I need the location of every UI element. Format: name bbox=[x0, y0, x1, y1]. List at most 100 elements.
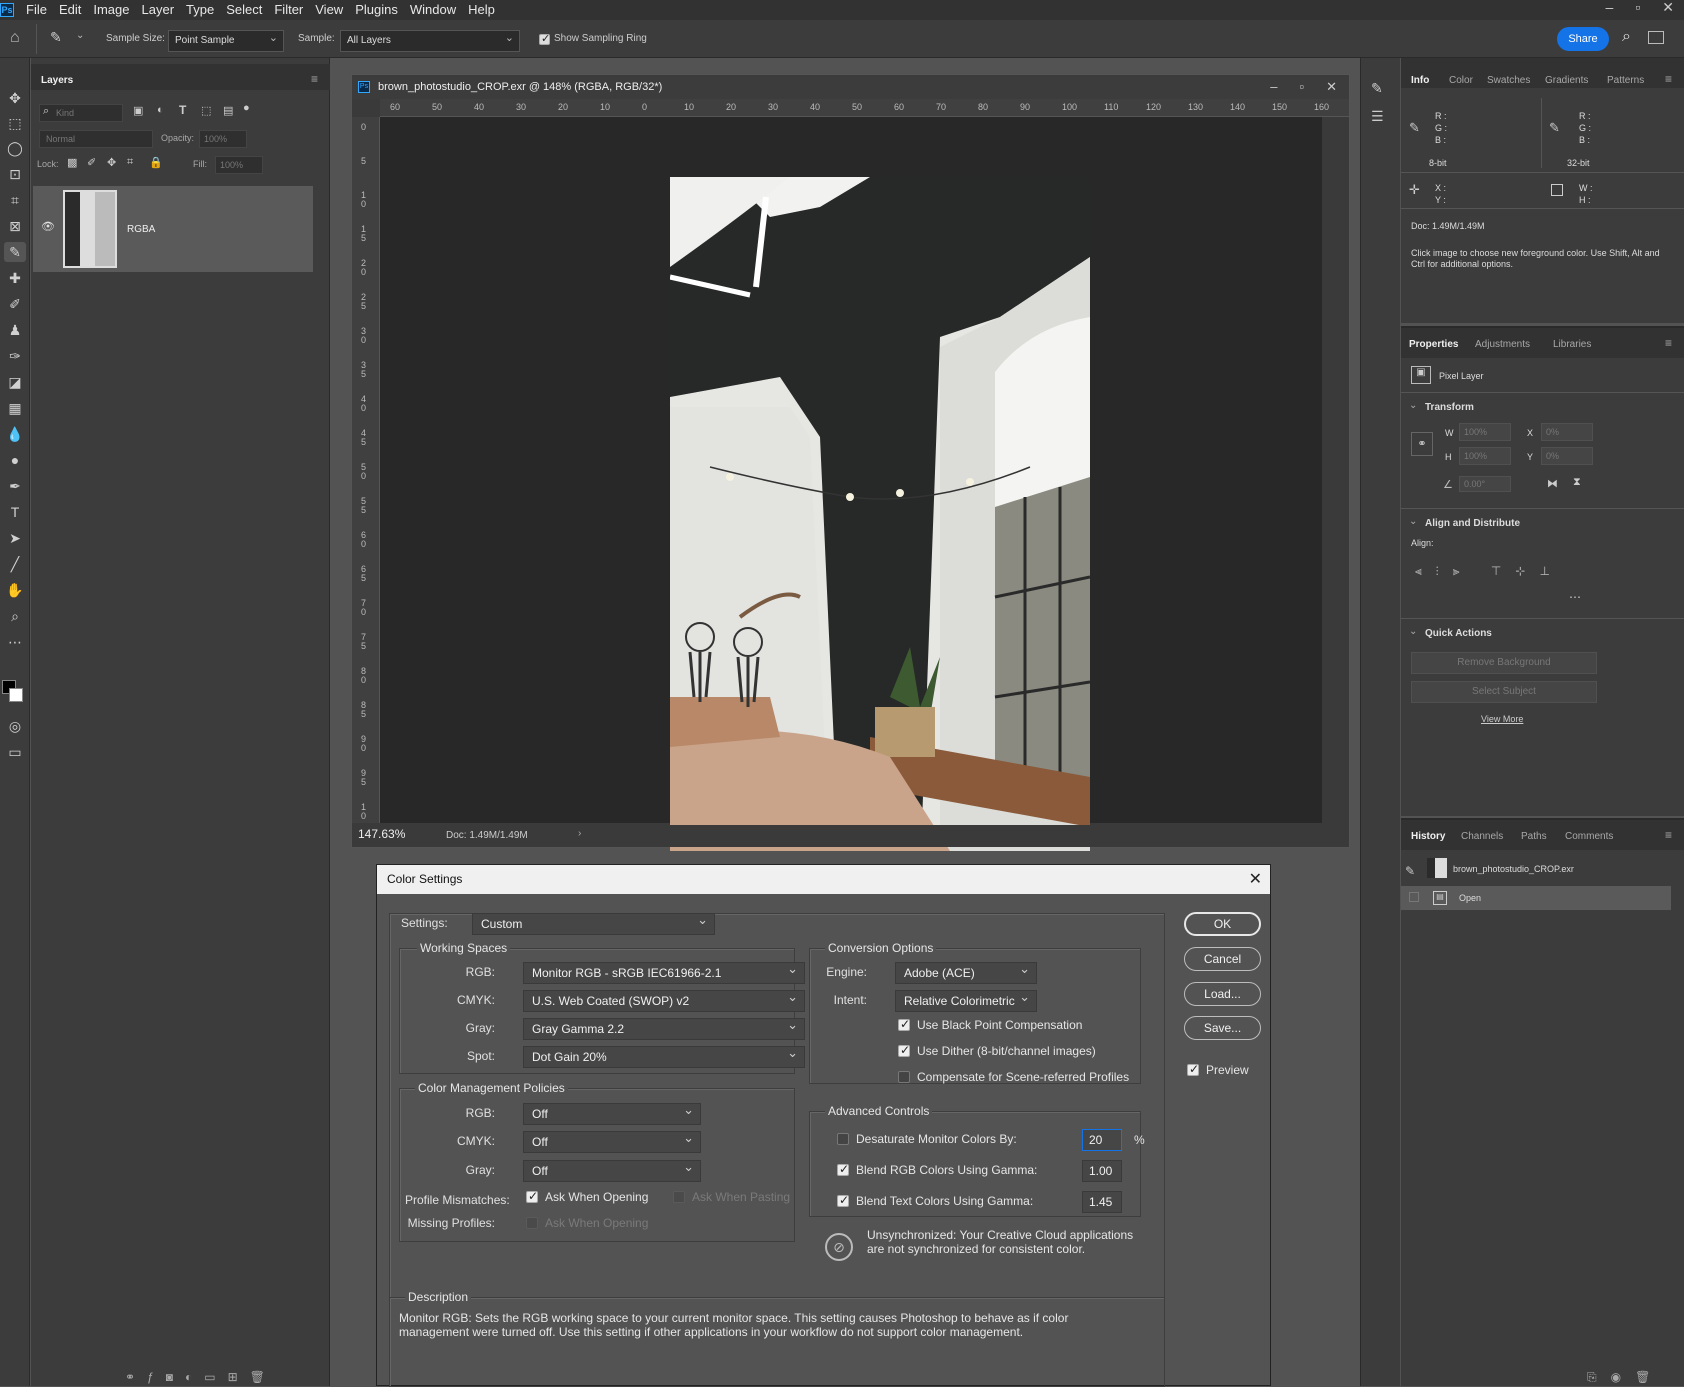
blend-text-input[interactable]: 1.45 bbox=[1082, 1191, 1122, 1213]
intent-select[interactable]: Relative Colorimetric bbox=[895, 987, 1037, 1012]
more-tools-icon[interactable]: ⋯ bbox=[4, 632, 26, 652]
screen-mode-icon[interactable]: ▭ bbox=[4, 742, 26, 762]
step-source-box[interactable] bbox=[1409, 892, 1419, 902]
black-point-checkbox[interactable] bbox=[898, 1017, 910, 1031]
menu-edit[interactable]: Edit bbox=[53, 0, 87, 20]
filter-type-icon[interactable]: T bbox=[179, 103, 186, 117]
width-input[interactable]: 100% bbox=[1459, 423, 1511, 441]
menu-image[interactable]: Image bbox=[87, 0, 135, 20]
menu-select[interactable]: Select bbox=[220, 0, 268, 20]
chevron-down-icon[interactable]: ⌄ bbox=[1409, 400, 1417, 411]
blend-text-checkbox[interactable] bbox=[837, 1193, 849, 1207]
policy-rgb-select[interactable]: Off bbox=[523, 1100, 701, 1125]
fx-icon[interactable]: ƒ bbox=[147, 1370, 166, 1384]
pen-tool-icon[interactable]: ✒ bbox=[4, 476, 26, 496]
ok-button[interactable]: OK bbox=[1184, 912, 1261, 936]
eyedropper-tool-icon[interactable]: ✎ bbox=[4, 242, 26, 262]
desaturate-checkbox[interactable] bbox=[837, 1133, 849, 1145]
tab-history[interactable]: History bbox=[1411, 831, 1445, 842]
chevron-down-icon[interactable]: ⌄ bbox=[1409, 516, 1417, 527]
folder-icon[interactable]: ▭ bbox=[204, 1370, 227, 1384]
canvas-area[interactable] bbox=[380, 117, 1322, 851]
marquee-tool-icon[interactable]: ⬚ bbox=[4, 113, 26, 133]
type-tool-icon[interactable]: T bbox=[4, 502, 26, 522]
filter-kind-select[interactable]: Kind bbox=[39, 104, 123, 122]
minimize-icon[interactable]: – bbox=[1270, 75, 1277, 99]
align-left-icon[interactable]: ⫷ bbox=[1415, 564, 1436, 578]
minimize-icon[interactable]: – bbox=[1606, 0, 1614, 14]
blend-mode-select[interactable]: Normal bbox=[39, 130, 153, 148]
view-more-link[interactable]: View More bbox=[1481, 714, 1523, 724]
lock-artboard-icon[interactable]: ⌗ bbox=[127, 156, 133, 169]
save-button[interactable]: Save... bbox=[1184, 1016, 1261, 1040]
spot-working-space-select[interactable]: Dot Gain 20% bbox=[523, 1043, 805, 1068]
flip-vertical-icon[interactable]: ⧗ bbox=[1573, 476, 1581, 489]
trash-icon[interactable]: 🗑 bbox=[250, 1370, 277, 1384]
history-brush-source-icon[interactable]: ✎ bbox=[1405, 864, 1415, 878]
blend-rgb-checkbox[interactable] bbox=[837, 1162, 849, 1176]
stamp-tool-icon[interactable]: ♟ bbox=[4, 320, 26, 340]
eraser-tool-icon[interactable]: ◪ bbox=[4, 372, 26, 392]
menu-filter[interactable]: Filter bbox=[268, 0, 309, 20]
tab-color[interactable]: Color bbox=[1449, 75, 1473, 86]
load-button[interactable]: Load... bbox=[1184, 982, 1261, 1006]
zoom-level[interactable]: 147.63% bbox=[358, 827, 405, 841]
layer-row[interactable]: 👁 RGBA bbox=[33, 186, 313, 272]
share-button[interactable]: Share bbox=[1557, 27, 1609, 51]
lock-position-icon[interactable]: ✥ bbox=[107, 156, 116, 169]
ask-when-opening-checkbox[interactable] bbox=[526, 1189, 538, 1203]
frame-tool-icon[interactable]: ⊠ bbox=[4, 216, 26, 236]
x-input[interactable]: 0% bbox=[1541, 423, 1593, 441]
panel-menu-icon[interactable]: ≡ bbox=[311, 72, 318, 86]
tab-properties[interactable]: Properties bbox=[1409, 339, 1458, 350]
tab-info[interactable]: Info bbox=[1411, 75, 1429, 86]
y-input[interactable]: 0% bbox=[1541, 447, 1593, 465]
settings-select[interactable]: Custom bbox=[472, 910, 715, 935]
chevron-down-icon[interactable]: ⌄ bbox=[76, 30, 84, 41]
search-icon[interactable]: ⌕ bbox=[1622, 28, 1631, 46]
eyedropper-icon[interactable]: ✎ bbox=[50, 29, 62, 46]
align-center-h-icon[interactable]: ⫶ bbox=[1436, 564, 1453, 578]
gray-working-space-select[interactable]: Gray Gamma 2.2 bbox=[523, 1015, 805, 1040]
fill-input[interactable]: 100% bbox=[215, 156, 263, 174]
tab-adjustments[interactable]: Adjustments bbox=[1475, 339, 1530, 350]
crop-tool-icon[interactable]: ⌗ bbox=[4, 190, 26, 210]
gradient-tool-icon[interactable]: ▦ bbox=[4, 398, 26, 418]
line-tool-icon[interactable]: ╱ bbox=[4, 554, 26, 574]
menu-layer[interactable]: Layer bbox=[136, 0, 181, 20]
close-icon[interactable]: ✕ bbox=[1326, 75, 1337, 99]
tab-gradients[interactable]: Gradients bbox=[1545, 75, 1588, 86]
trash-icon[interactable]: 🗑 bbox=[1635, 1370, 1664, 1384]
chevron-right-icon[interactable]: › bbox=[578, 828, 581, 839]
workspace-icon[interactable] bbox=[1648, 31, 1664, 44]
tab-swatches[interactable]: Swatches bbox=[1487, 75, 1530, 86]
history-brush-icon[interactable]: ✑ bbox=[4, 346, 26, 366]
menu-view[interactable]: View bbox=[309, 0, 349, 20]
panel-menu-icon[interactable]: ≡ bbox=[1665, 72, 1672, 86]
scene-referred-checkbox[interactable] bbox=[898, 1071, 910, 1083]
engine-select[interactable]: Adobe (ACE) bbox=[895, 959, 1037, 984]
align-middle-v-icon[interactable]: ⊹ bbox=[1515, 564, 1539, 578]
lock-pixels-icon[interactable]: ✐ bbox=[87, 156, 96, 169]
document-tab[interactable]: Ps brown_photostudio_CROP.exr @ 148% (RG… bbox=[352, 75, 1349, 99]
menu-help[interactable]: Help bbox=[462, 0, 501, 20]
adjustment-icon[interactable]: ◐ bbox=[185, 1370, 204, 1384]
mask-icon[interactable]: ◙ bbox=[166, 1370, 185, 1384]
brush-tool-icon[interactable]: ✐ bbox=[4, 294, 26, 314]
link-icon[interactable]: ⚭ bbox=[125, 1370, 147, 1384]
camera-icon[interactable]: ◉ bbox=[1611, 1370, 1635, 1384]
close-icon[interactable]: ✕ bbox=[1662, 0, 1674, 14]
policy-gray-select[interactable]: Off bbox=[523, 1157, 701, 1182]
more-options-icon[interactable]: ⋯ bbox=[1569, 590, 1581, 604]
quick-mask-icon[interactable]: ◎ bbox=[4, 716, 26, 736]
tab-channels[interactable]: Channels bbox=[1461, 831, 1503, 842]
lock-all-icon[interactable]: 🔒 bbox=[149, 156, 163, 169]
history-step-row[interactable]: ▤ Open bbox=[1401, 886, 1671, 910]
background-color-swatch[interactable] bbox=[9, 688, 23, 702]
new-layer-icon[interactable]: ⊞ bbox=[228, 1370, 250, 1384]
maximize-icon[interactable]: ▫ bbox=[1299, 75, 1304, 99]
tab-comments[interactable]: Comments bbox=[1565, 831, 1613, 842]
tab-libraries[interactable]: Libraries bbox=[1553, 339, 1591, 350]
align-bottom-icon[interactable]: ⊥ bbox=[1539, 564, 1563, 578]
height-input[interactable]: 100% bbox=[1459, 447, 1511, 465]
